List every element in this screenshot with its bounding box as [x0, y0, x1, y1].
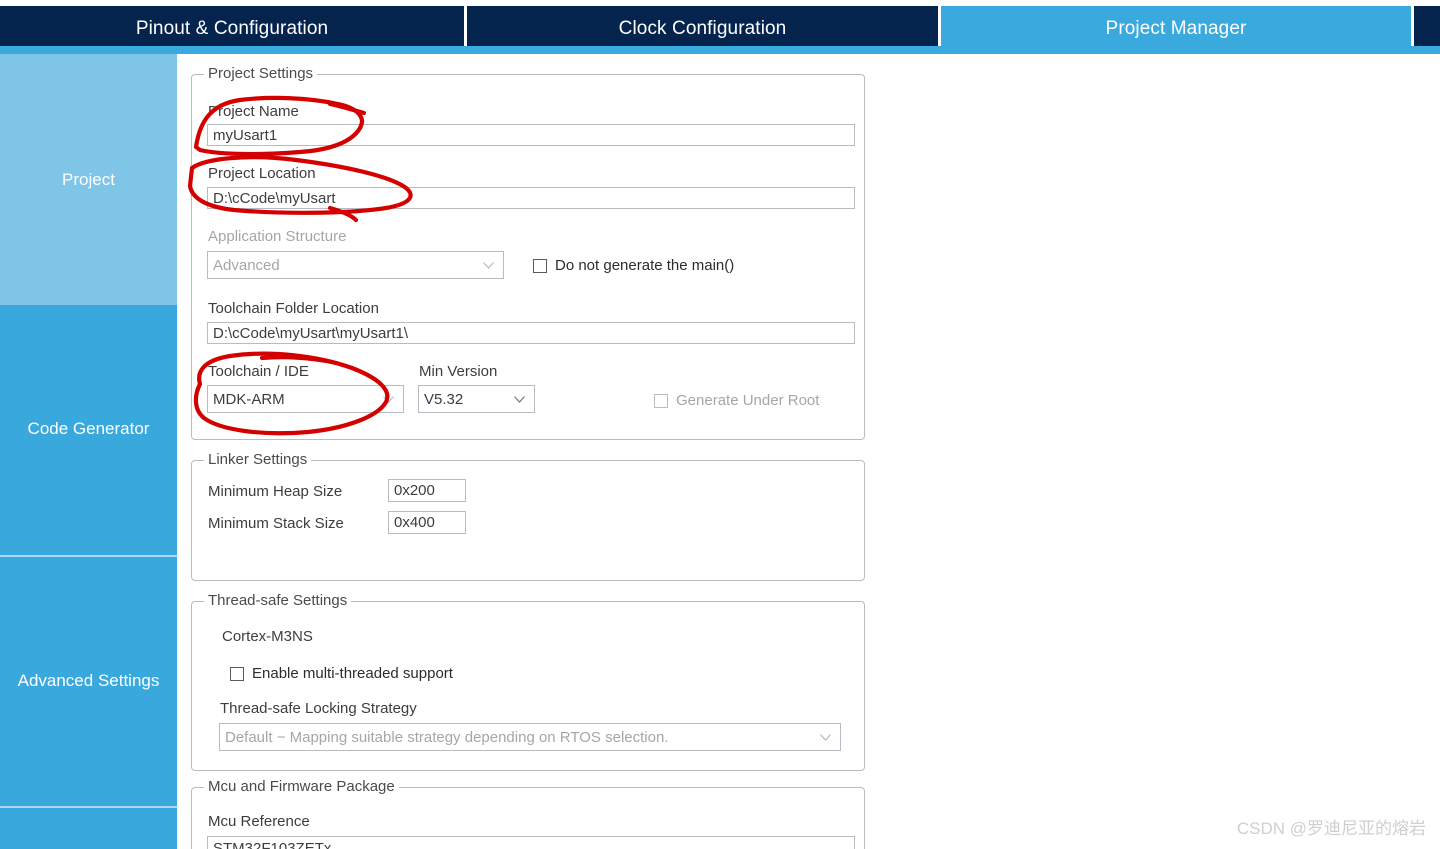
application-structure-select[interactable]: Advanced	[207, 251, 504, 279]
min-version-select[interactable]: V5.32	[418, 385, 535, 413]
sidebar-item-label: Code Generator	[27, 419, 150, 438]
project-manager-panel: Project Settings Project Name myUsart1 P…	[177, 54, 1440, 849]
sidebar-item-extra[interactable]	[0, 806, 177, 849]
toolchain-ide-select[interactable]: MDK-ARM	[207, 385, 404, 413]
sidebar-item-label: Advanced Settings	[17, 670, 160, 690]
mcu-firmware-package-group: Mcu and Firmware Package Mcu Reference S…	[191, 778, 865, 849]
project-name-input[interactable]: myUsart1	[207, 124, 855, 146]
thread-safe-locking-strategy-select[interactable]: Default − Mapping suitable strategy depe…	[219, 723, 841, 751]
linker-settings-group-title: Linker Settings	[204, 451, 312, 468]
chevron-down-icon	[514, 396, 525, 403]
do-not-generate-main-label: Do not generate the main()	[555, 257, 735, 274]
project-location-label: Project Location	[208, 165, 316, 182]
project-location-input[interactable]: D:\cCode\myUsart	[207, 187, 855, 209]
cortex-core-label: Cortex-M3NS	[222, 628, 313, 645]
minimum-stack-size-input[interactable]: 0x400	[388, 511, 466, 534]
tab-label: Clock Configuration	[618, 18, 787, 39]
main-tabbar: Pinout & Configuration Clock Configurati…	[0, 0, 1440, 54]
minimum-heap-size-input[interactable]: 0x200	[388, 479, 466, 502]
mcu-reference-label: Mcu Reference	[208, 813, 310, 830]
chevron-down-icon	[820, 734, 831, 741]
generate-under-root-label: Generate Under Root	[676, 392, 820, 409]
mcu-firmware-package-group-title: Mcu and Firmware Package	[204, 778, 399, 795]
toolchain-folder-location-input[interactable]: D:\cCode\myUsart\myUsart1\	[207, 322, 855, 344]
sidebar-item-label: Project	[62, 169, 115, 189]
watermark: CSDN @罗迪尼亚的熔岩	[1236, 819, 1426, 838]
project-name-label: Project Name	[208, 103, 299, 120]
tab-label: Project Manager	[1105, 18, 1247, 39]
generate-under-root-checkbox[interactable]: Generate Under Root	[654, 392, 819, 409]
enable-multithreaded-support-checkbox[interactable]: Enable multi-threaded support	[230, 665, 453, 682]
thread-safe-locking-strategy-label: Thread-safe Locking Strategy	[220, 700, 417, 717]
min-version-label: Min Version	[419, 363, 498, 380]
chevron-down-icon	[483, 262, 494, 269]
checkbox-box	[533, 258, 547, 273]
thread-safe-settings-group: Thread-safe Settings Cortex-M3NS Enable …	[191, 592, 865, 771]
min-version-value: V5.32	[424, 390, 464, 408]
left-sidebar: Project Code Generator Advanced Settings	[0, 54, 177, 849]
minimum-heap-size-label: Minimum Heap Size	[208, 483, 343, 500]
checkbox-box	[230, 666, 244, 681]
tab-label: Pinout & Configuration	[135, 18, 329, 39]
mcu-reference-input[interactable]: STM32F103ZETx	[207, 836, 855, 849]
application-structure-value: Advanced	[213, 256, 280, 274]
toolchain-folder-location-label: Toolchain Folder Location	[208, 300, 379, 317]
application-structure-label: Application Structure	[208, 228, 347, 245]
sidebar-item-code-generator[interactable]: Code Generator	[0, 305, 177, 553]
thread-safe-settings-group-title: Thread-safe Settings	[204, 592, 352, 609]
toolchain-ide-value: MDK-ARM	[213, 390, 285, 408]
cubemx-project-manager-window: Pinout & Configuration Clock Configurati…	[0, 0, 1440, 849]
thread-safe-locking-strategy-value: Default − Mapping suitable strategy depe…	[225, 728, 669, 746]
linker-settings-group: Linker Settings Minimum Heap Size 0x200 …	[191, 451, 865, 581]
project-settings-group: Project Settings Project Name myUsart1 P…	[191, 65, 865, 440]
checkbox-box	[654, 393, 668, 408]
tabbar-underline	[0, 46, 1440, 54]
sidebar-item-project[interactable]: Project	[0, 54, 177, 305]
sidebar-item-advanced-settings[interactable]: Advanced Settings	[0, 555, 177, 804]
do-not-generate-main-checkbox[interactable]: Do not generate the main()	[533, 257, 734, 274]
toolchain-ide-label: Toolchain / IDE	[208, 363, 309, 380]
minimum-stack-size-label: Minimum Stack Size	[208, 515, 344, 532]
project-settings-group-title: Project Settings	[204, 65, 318, 82]
chevron-down-icon	[383, 396, 394, 403]
enable-multithreaded-support-label: Enable multi-threaded support	[252, 665, 453, 682]
